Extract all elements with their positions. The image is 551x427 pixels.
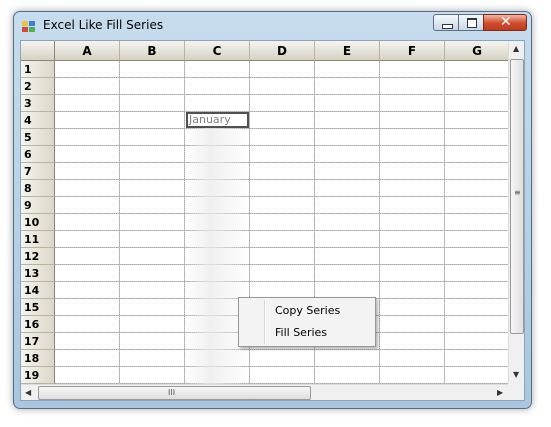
column-header-f[interactable]: F bbox=[380, 41, 445, 61]
vertical-grip-icon: ≡ bbox=[514, 188, 521, 197]
column-header-d[interactable]: D bbox=[250, 41, 315, 61]
maximize-button[interactable] bbox=[458, 14, 484, 31]
scroll-right-icon[interactable]: ▶ bbox=[497, 388, 503, 397]
gridline-horizontal bbox=[55, 349, 508, 350]
row-header-19[interactable]: 19 bbox=[21, 367, 55, 384]
scrollbar-corner bbox=[508, 384, 524, 400]
row-header-10[interactable]: 10 bbox=[21, 214, 55, 231]
gridline-horizontal bbox=[55, 366, 508, 367]
column-header-b[interactable]: B bbox=[120, 41, 185, 61]
row-header-14[interactable]: 14 bbox=[21, 282, 55, 299]
active-cell-c4[interactable]: January bbox=[186, 112, 249, 128]
row-header-16[interactable]: 16 bbox=[21, 316, 55, 333]
minimize-button[interactable] bbox=[433, 14, 459, 31]
minimize-icon bbox=[442, 24, 453, 29]
gridline-horizontal bbox=[55, 196, 508, 197]
row-header-17[interactable]: 17 bbox=[21, 333, 55, 350]
column-header-a[interactable]: A bbox=[55, 41, 120, 61]
select-all-corner[interactable] bbox=[21, 41, 55, 61]
row-header-3[interactable]: 3 bbox=[21, 95, 55, 112]
horizontal-scrollbar[interactable]: ◀ III ▶ bbox=[21, 384, 508, 400]
gridline-horizontal bbox=[55, 179, 508, 180]
gridline-horizontal bbox=[55, 264, 508, 265]
row-header-1[interactable]: 1 bbox=[21, 61, 55, 78]
row-header-7[interactable]: 7 bbox=[21, 163, 55, 180]
gridline-horizontal bbox=[55, 128, 508, 129]
maximize-icon bbox=[467, 18, 477, 28]
gridline-horizontal bbox=[55, 247, 508, 248]
spreadsheet-grid[interactable]: ABCDEFG 1 2 3 4 5 6 7 8 9 10 11 12 13 14 15 16 17 18 19 Ja… bbox=[21, 41, 508, 384]
gridline-horizontal bbox=[55, 94, 508, 95]
column-header-c[interactable]: C bbox=[185, 41, 250, 61]
column-header-e[interactable]: E bbox=[315, 41, 380, 61]
row-header-5[interactable]: 5 bbox=[21, 129, 55, 146]
menu-item-copy-series[interactable]: Copy Series bbox=[241, 301, 373, 321]
gridline-horizontal bbox=[55, 145, 508, 146]
horizontal-grip-icon: III bbox=[168, 388, 176, 397]
row-header-18[interactable]: 18 bbox=[21, 350, 55, 367]
scroll-down-icon[interactable]: ▼ bbox=[513, 370, 519, 379]
row-header-15[interactable]: 15 bbox=[21, 299, 55, 316]
gridline-vertical bbox=[444, 61, 445, 384]
gridline-horizontal bbox=[55, 162, 508, 163]
vertical-scroll-thumb[interactable]: ≡ bbox=[510, 59, 524, 334]
window-title: Excel Like Fill Series bbox=[43, 18, 164, 32]
scroll-left-icon[interactable]: ◀ bbox=[25, 388, 31, 397]
vertical-scrollbar[interactable]: ▲ ≡ ▼ bbox=[508, 41, 524, 384]
row-header-4[interactable]: 4 bbox=[21, 112, 55, 129]
context-menu: Copy Series Fill Series bbox=[238, 297, 376, 347]
menu-item-fill-series[interactable]: Fill Series bbox=[241, 323, 373, 343]
row-header-6[interactable]: 6 bbox=[21, 146, 55, 163]
gridline-vertical bbox=[379, 61, 380, 384]
row-header-13[interactable]: 13 bbox=[21, 265, 55, 282]
column-header-g[interactable]: G bbox=[445, 41, 508, 61]
close-icon: ✕ bbox=[500, 14, 512, 30]
app-icon bbox=[22, 21, 36, 33]
row-header-11[interactable]: 11 bbox=[21, 231, 55, 248]
row-header-2[interactable]: 2 bbox=[21, 78, 55, 95]
title-bar[interactable]: Excel Like Fill Series ✕ bbox=[14, 12, 531, 40]
gridline-horizontal bbox=[55, 230, 508, 231]
row-header-12[interactable]: 12 bbox=[21, 248, 55, 265]
gridline-vertical bbox=[119, 61, 120, 384]
scroll-up-icon[interactable]: ▲ bbox=[513, 44, 519, 53]
gridline-horizontal bbox=[55, 281, 508, 282]
row-header-8[interactable]: 8 bbox=[21, 180, 55, 197]
horizontal-scroll-thumb[interactable]: III bbox=[38, 386, 311, 400]
close-button[interactable]: ✕ bbox=[483, 14, 527, 31]
app-window: Excel Like Fill Series ✕ ABCDEFG 1234567… bbox=[13, 11, 532, 409]
row-header-9[interactable]: 9 bbox=[21, 197, 55, 214]
gridline-horizontal bbox=[55, 77, 508, 78]
gridline-horizontal bbox=[55, 111, 508, 112]
client-area: ABCDEFG 1 2 3 4 5 6 7 8 9 10 11 12 13 14 15 16 17 18 19 Ja… bbox=[20, 40, 525, 401]
gridline-horizontal bbox=[55, 213, 508, 214]
